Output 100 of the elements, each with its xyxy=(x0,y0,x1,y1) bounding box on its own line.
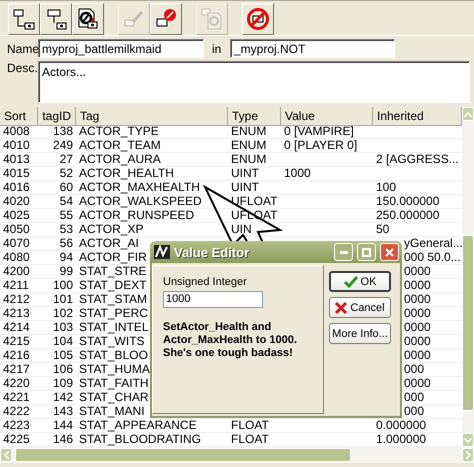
table-cell: yGeneral... xyxy=(404,236,462,250)
table-cell: 4211 xyxy=(3,278,29,292)
column-header[interactable]: tagID xyxy=(38,107,76,126)
table-row[interactable]: 4013 27 ACTOR_AURA ENUM 2 [AGGRESS... xyxy=(0,153,462,167)
table-cell: 100 xyxy=(52,278,73,292)
table-cell: 0000 xyxy=(404,320,431,334)
minimize-button[interactable] xyxy=(334,243,353,261)
table-row[interactable]: 4016 60 ACTOR_MAXHEALTH UINT 100 xyxy=(0,181,462,195)
table-cell: 4013 xyxy=(3,152,30,166)
cross-icon xyxy=(335,302,348,314)
table-cell: 150.000000 xyxy=(376,194,440,208)
table-cell: UIN xyxy=(231,222,252,236)
table-cell: 4212 xyxy=(3,292,30,306)
table-row[interactable]: 4223 144 STAT_APPEARANCE FLOAT 0.000000 xyxy=(0,419,462,433)
horizontal-scrollbar[interactable] xyxy=(0,447,474,463)
table-cell: 94 xyxy=(60,250,73,264)
table-cell: ENUM xyxy=(231,152,266,166)
table-cell: 4225 xyxy=(3,432,30,446)
table-cell: 50 xyxy=(376,222,390,236)
table-row[interactable]: 4008 138 ACTOR_TYPE ENUM 0 [VAMPIRE] xyxy=(0,125,462,139)
table-cell: STAT_CHAR xyxy=(79,390,149,404)
table-cell: STAT_APPEARANCE xyxy=(79,418,197,432)
table-cell: ACTOR_MAXHEALTH xyxy=(79,180,200,194)
table-cell: STAT_PERC xyxy=(79,306,148,320)
table-cell: 101 xyxy=(52,292,73,306)
value-input[interactable]: 1000 xyxy=(163,291,263,308)
table-cell: UINT xyxy=(231,180,259,194)
name-field[interactable]: myproj_battlemilkmaid xyxy=(38,39,204,58)
table-cell: 105 xyxy=(52,348,73,362)
table-cell: 146 xyxy=(52,432,73,446)
table-cell: 2 [AGGRESS... xyxy=(376,152,459,166)
table-cell: 000 xyxy=(404,362,424,376)
table-cell: 4015 xyxy=(3,166,30,180)
table-cell: ENUM xyxy=(231,138,266,152)
app-icon xyxy=(154,245,170,259)
column-header[interactable]: Sort xyxy=(0,107,38,126)
table-cell: 99 xyxy=(60,264,73,278)
table-cell: STAT_MANI xyxy=(79,404,145,418)
table-cell: ACTOR_FIR xyxy=(79,250,147,264)
column-header[interactable]: Type xyxy=(228,107,281,126)
table-cell: ENUM xyxy=(231,124,266,138)
table-cell: 138 xyxy=(52,124,73,138)
in-label: in xyxy=(212,42,222,56)
more-info-button[interactable]: More Info... xyxy=(329,323,391,344)
table-cell: STAT_WITS xyxy=(79,334,145,348)
table-cell: 60 xyxy=(60,180,73,194)
table-cell: STAT_STAM xyxy=(79,292,148,306)
file-field[interactable]: _myproj.NOT xyxy=(230,39,395,58)
toolbar-button[interactable] xyxy=(242,2,274,34)
cancel-button[interactable]: Cancel xyxy=(329,297,391,318)
table-row[interactable]: 4050 53 ACTOR_XP UIN 50 xyxy=(0,223,462,237)
table-cell: 4216 xyxy=(3,348,30,362)
table-cell: FLOAT xyxy=(231,432,269,446)
toolbar-button[interactable] xyxy=(150,2,182,34)
table-cell: 000 50.0... xyxy=(404,250,461,264)
table-cell: 103 xyxy=(52,320,73,334)
close-button[interactable] xyxy=(380,243,399,261)
table-row[interactable]: 4010 249 ACTOR_TEAM ENUM 0 [PLAYER 0] xyxy=(0,139,462,153)
table-cell: 4200 xyxy=(3,264,30,278)
table-cell: 100 xyxy=(376,180,396,194)
toolbar-button[interactable] xyxy=(40,2,72,34)
toolbar-button[interactable] xyxy=(72,2,104,34)
toolbar-button[interactable] xyxy=(8,2,40,34)
remove-icon xyxy=(155,8,177,30)
vertical-scrollbar[interactable] xyxy=(462,107,474,447)
table-row[interactable]: 4015 52 ACTOR_HEALTH UINT 1000 xyxy=(0,167,462,181)
scroll-thumb[interactable] xyxy=(462,235,474,411)
scroll-thumb[interactable] xyxy=(15,448,351,462)
table-cell: 0.000000 xyxy=(376,418,426,432)
table-cell: ACTOR_TEAM xyxy=(79,138,161,152)
close-icon xyxy=(385,248,394,256)
table-cell: 249 xyxy=(52,138,73,152)
maximize-icon xyxy=(362,248,371,256)
column-header[interactable]: Tag xyxy=(76,107,228,126)
table-cell: STAT_STRE xyxy=(79,264,147,278)
ok-button[interactable]: OK xyxy=(329,271,391,292)
table-cell: ACTOR_TYPE xyxy=(79,124,159,138)
table-cell: 4217 xyxy=(3,362,30,376)
table-cell: 0 [VAMPIRE] xyxy=(284,124,354,138)
table-cell: 4020 xyxy=(3,194,30,208)
tree-child-icon xyxy=(13,8,35,30)
copy-icon xyxy=(200,6,224,30)
table-cell: STAT_DEXT xyxy=(79,278,147,292)
table-cell: 54 xyxy=(60,194,73,208)
description-field[interactable]: Actors... xyxy=(38,61,470,103)
table-cell: 1000 xyxy=(284,166,311,180)
table-cell: STAT_FAITH xyxy=(79,376,149,390)
table-cell: STAT_INTEL xyxy=(79,320,149,334)
table-cell: 4025 xyxy=(3,208,30,222)
table-cell: 142 xyxy=(52,390,73,404)
table-cell: 144 xyxy=(52,418,73,432)
maximize-button[interactable] xyxy=(357,243,376,261)
field-label: Unsigned Integer xyxy=(163,276,248,288)
forbidden-icon xyxy=(246,6,270,30)
column-header[interactable]: Value xyxy=(281,107,373,126)
table-cell: 4214 xyxy=(3,320,30,334)
minimize-icon xyxy=(340,250,348,254)
file-icon xyxy=(76,6,100,30)
table-cell: 4220 xyxy=(3,376,30,390)
column-header[interactable]: Inherited xyxy=(373,107,462,126)
